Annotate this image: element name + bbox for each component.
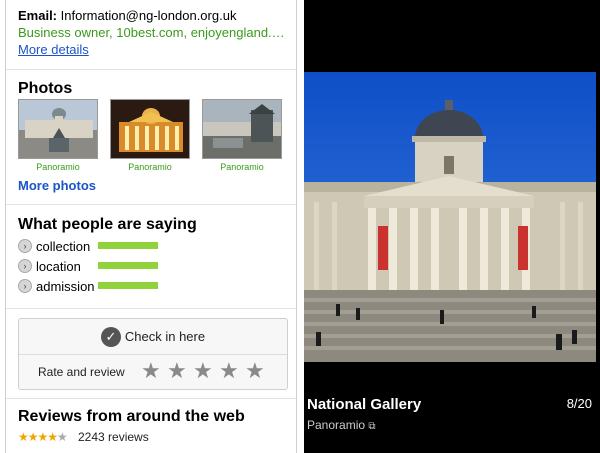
- opinion-label: admission: [36, 278, 95, 294]
- gallery-square-image: [19, 100, 97, 158]
- national-gallery-image: [304, 72, 596, 362]
- place-details-panel: Email: Information@ng-london.org.uk Busi…: [5, 0, 297, 453]
- more-details-link[interactable]: More details: [18, 42, 89, 57]
- divider: [6, 308, 296, 309]
- rating-star-3[interactable]: ★: [193, 360, 213, 382]
- gallery-fountain-image: [203, 100, 281, 158]
- check-in-label: Check in here: [124, 329, 206, 344]
- divider: [6, 204, 296, 205]
- photo-counter: 8/20: [566, 396, 592, 411]
- rating-star-5[interactable]: ★: [245, 360, 265, 382]
- photo-source[interactable]: Panoramio ⧉: [307, 418, 376, 432]
- opinion-row-collection[interactable]: › collection: [18, 238, 288, 254]
- divider: [6, 398, 296, 399]
- opinion-bar: [98, 242, 158, 249]
- email-value[interactable]: Information@ng-london.org.uk: [61, 8, 237, 23]
- divider: [6, 69, 296, 70]
- email-label: Email:: [18, 8, 58, 23]
- opinion-row-admission[interactable]: › admission: [18, 278, 288, 294]
- rating-star-1[interactable]: ★: [141, 360, 161, 382]
- opinion-bar: [98, 282, 158, 289]
- chevron-right-icon: ›: [18, 239, 32, 253]
- empty-star: ★: [57, 430, 68, 444]
- photo-caption: Panoramio: [36, 162, 80, 172]
- photo-thumbnail[interactable]: [202, 99, 282, 159]
- external-link-icon: ⧉: [368, 421, 376, 432]
- gallery-photo[interactable]: [304, 72, 596, 362]
- more-photos-link[interactable]: More photos: [18, 178, 96, 193]
- photo-thumbnail[interactable]: [110, 99, 190, 159]
- email-line: Email: Information@ng-london.org.uk: [18, 8, 236, 23]
- actions-box: ✓ Check in here Rate and review ★ ★ ★ ★ …: [18, 318, 288, 390]
- chevron-right-icon: ›: [18, 279, 32, 293]
- source-label: Panoramio: [307, 418, 366, 432]
- photo-thumbnail[interactable]: [18, 99, 98, 159]
- photo-title: National Gallery: [307, 396, 422, 413]
- opinion-label: location: [36, 258, 81, 274]
- filled-stars: ★★★★: [18, 430, 58, 444]
- opinion-bar: [98, 262, 158, 269]
- rating-star-4[interactable]: ★: [219, 360, 239, 382]
- photo-caption: Panoramio: [220, 162, 264, 172]
- rate-label: Rate and review: [38, 365, 125, 379]
- check-in-button[interactable]: ✓ Check in here: [19, 319, 287, 355]
- photo-viewer: National Gallery Panoramio ⧉ 8/20: [304, 0, 600, 453]
- review-count[interactable]: 2243 reviews: [78, 430, 149, 444]
- photos-heading: Photos: [18, 80, 73, 97]
- opinion-row-location[interactable]: › location: [18, 258, 288, 274]
- rate-and-review-row[interactable]: Rate and review ★ ★ ★ ★ ★: [19, 355, 287, 389]
- opinion-label: collection: [36, 238, 91, 254]
- photo-caption: Panoramio: [128, 162, 172, 172]
- people-saying-heading: What people are saying: [18, 216, 197, 233]
- review-rating-stars: ★★★★★: [18, 430, 68, 444]
- owner-sources: Business owner, 10best.com, enjoyengland…: [18, 25, 290, 40]
- chevron-right-icon: ›: [18, 259, 32, 273]
- gallery-night-image: [111, 100, 189, 158]
- rating-star-2[interactable]: ★: [167, 360, 187, 382]
- checkmark-icon: ✓: [100, 326, 121, 347]
- reviews-heading: Reviews from around the web: [18, 408, 245, 425]
